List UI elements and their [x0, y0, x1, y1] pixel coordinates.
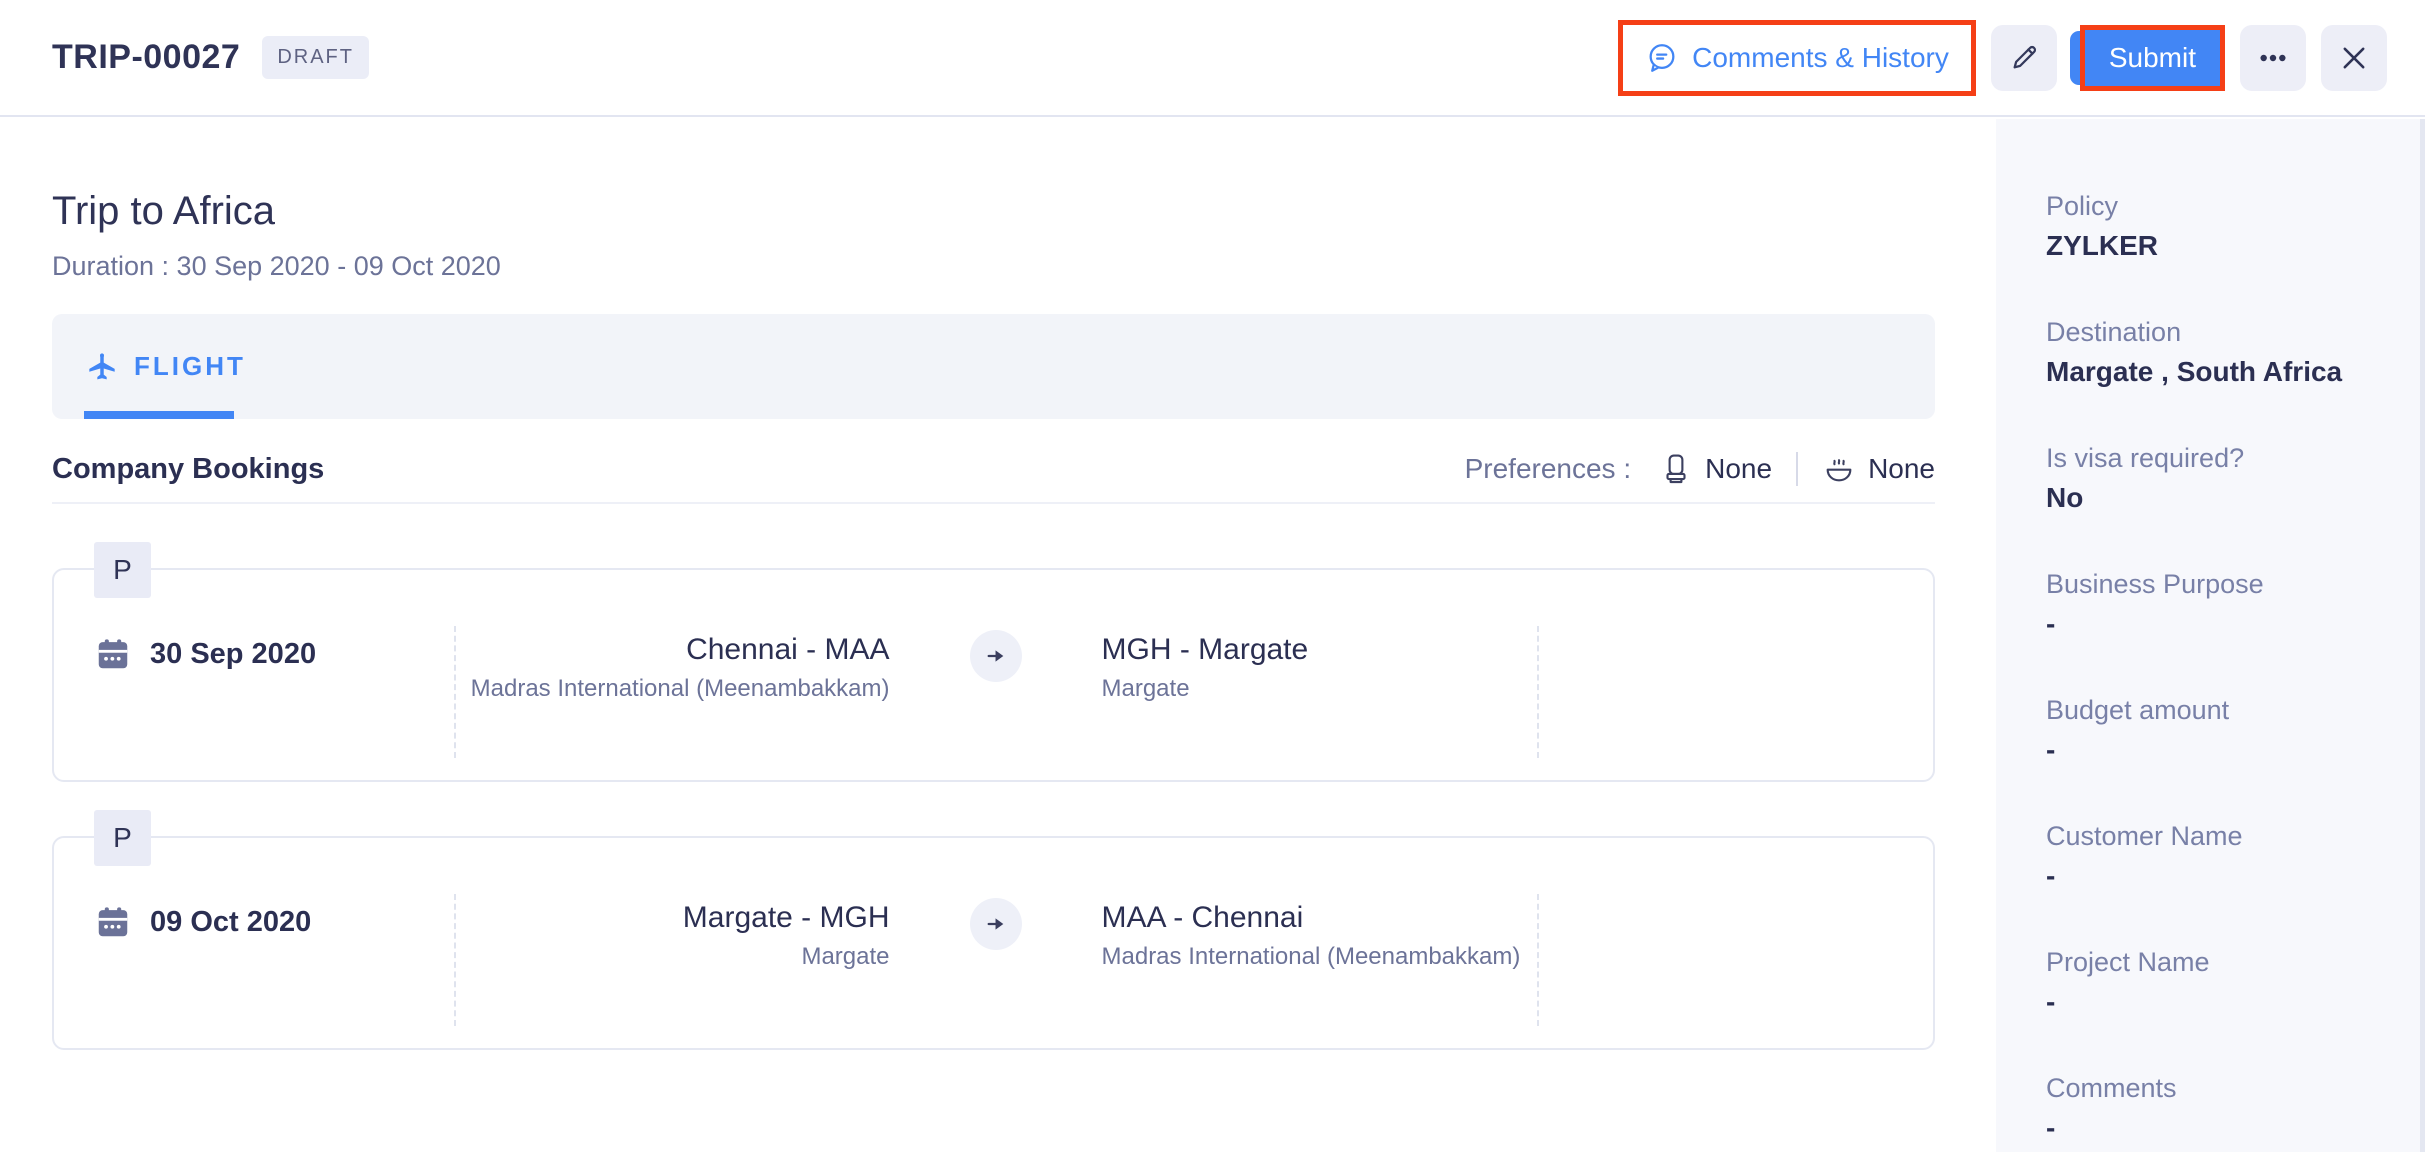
sidebar-item-value: -: [2046, 606, 2385, 642]
origin-code: Chennai - MAA: [456, 630, 890, 670]
segment-origin: Chennai - MAA Madras International (Meen…: [456, 630, 890, 703]
sidebar-item-business-purpose: Business Purpose -: [2046, 567, 2385, 642]
status-badge: DRAFT: [262, 36, 369, 79]
comments-history-label: Comments & History: [1692, 42, 1949, 74]
sidebar-item-label: Comments: [2046, 1071, 2385, 1105]
submit-annotation-box: Submit: [2080, 25, 2225, 91]
sidebar-item-destination: Destination Margate , South Africa: [2046, 315, 2385, 390]
flight-segment: Margate - MGH Margate MAA - Chennai Madr…: [456, 898, 1535, 971]
header-bar: TRIP-00027 DRAFT Comments & History: [0, 0, 2425, 117]
sidebar-item-label: Project Name: [2046, 945, 2385, 979]
sidebar-item-label: Is visa required?: [2046, 441, 2385, 475]
preference-divider: [1796, 452, 1798, 486]
preferences: Preferences : None None: [1465, 452, 1935, 486]
close-icon: [2337, 41, 2371, 75]
card-column-divider: [1537, 894, 1539, 1026]
segment-origin: Margate - MGH Margate: [456, 898, 890, 971]
sidebar-item-label: Customer Name: [2046, 819, 2385, 853]
destination-airport: Margate: [1102, 675, 1536, 703]
close-button[interactable]: [2321, 25, 2387, 91]
flight-date: 30 Sep 2020: [94, 632, 316, 676]
submit-button-area: Submit: [2080, 25, 2225, 91]
comments-annotation-box: Comments & History: [1618, 20, 1976, 96]
meal-preference-value: None: [1868, 453, 1935, 485]
flight-date-text: 30 Sep 2020: [150, 638, 316, 671]
meal-icon: [1822, 452, 1856, 486]
destination-code: MAA - Chennai: [1102, 898, 1536, 938]
preferences-label: Preferences :: [1465, 453, 1632, 485]
section-divider: [52, 502, 1935, 504]
airplane-icon: [86, 351, 118, 383]
sidebar-item-value: -: [2046, 984, 2385, 1020]
sidebar-item-label: Business Purpose: [2046, 567, 2385, 601]
sidebar-item-value: -: [2046, 858, 2385, 894]
trip-detail-panel: Trip to Africa Duration : 30 Sep 2020 - …: [0, 119, 1996, 1152]
sidebar-item-policy: Policy ZYLKER: [2046, 189, 2385, 264]
bookings-section-title: Company Bookings: [52, 453, 324, 486]
tab-flight[interactable]: FLIGHT: [86, 351, 246, 383]
sidebar-item-label: Policy: [2046, 189, 2385, 223]
speech-bubble-icon: [1645, 41, 1679, 75]
trip-id: TRIP-00027: [52, 38, 240, 77]
sidebar-item-label: Budget amount: [2046, 693, 2385, 727]
sidebar-item-label: Destination: [2046, 315, 2385, 349]
calendar-icon: [94, 635, 132, 673]
trip-duration: Duration : 30 Sep 2020 - 09 Oct 2020: [52, 250, 1935, 282]
sidebar-item-comments: Comments -: [2046, 1071, 2385, 1146]
arrow-right-icon: [970, 630, 1022, 682]
sidebar-item-customer-name: Customer Name -: [2046, 819, 2385, 894]
seat-preference-value: None: [1705, 453, 1772, 485]
pencil-icon: [2008, 42, 2040, 74]
flight-card[interactable]: P 30 Sep 2020 Chennai - MAA Madras In: [52, 568, 1935, 782]
sidebar-item-budget-amount: Budget amount -: [2046, 693, 2385, 768]
destination-code: MGH - Margate: [1102, 630, 1536, 670]
origin-code: Margate - MGH: [456, 898, 890, 938]
personal-booking-badge: P: [94, 810, 151, 866]
comments-history-button[interactable]: Comments & History: [1623, 25, 1971, 91]
submit-button[interactable]: Submit: [2085, 30, 2220, 86]
card-column-divider: [1537, 626, 1539, 758]
edit-button[interactable]: [1991, 25, 2057, 91]
sidebar-item-value: -: [2046, 1110, 2385, 1146]
sidebar-item-value: Margate , South Africa: [2046, 354, 2385, 390]
sidebar-item-project-name: Project Name -: [2046, 945, 2385, 1020]
origin-airport: Madras International (Meenambakkam): [456, 675, 890, 703]
flight-date-text: 09 Oct 2020: [150, 906, 311, 939]
trip-info-sidebar: Policy ZYLKER Destination Margate , Sout…: [1996, 119, 2425, 1152]
ellipsis-icon: [2257, 42, 2289, 74]
bookings-header-row: Company Bookings Preferences : None None: [52, 452, 1935, 486]
personal-booking-badge: P: [94, 542, 151, 598]
active-tab-indicator: [84, 411, 234, 419]
destination-airport: Madras International (Meenambakkam): [1102, 943, 1536, 971]
more-options-button[interactable]: [2240, 25, 2306, 91]
header-actions: Comments & History Submit: [1618, 20, 2387, 96]
sidebar-item-value: ZYLKER: [2046, 228, 2385, 264]
segment-destination: MGH - Margate Margate: [1102, 630, 1536, 703]
arrow-right-icon: [970, 898, 1022, 950]
sidebar-item-visa-required: Is visa required? No: [2046, 441, 2385, 516]
segment-destination: MAA - Chennai Madras International (Meen…: [1102, 898, 1536, 971]
flight-segment: Chennai - MAA Madras International (Meen…: [456, 630, 1535, 703]
tab-flight-label: FLIGHT: [134, 351, 246, 382]
booking-tab-bar: FLIGHT: [52, 314, 1935, 419]
scrollbar[interactable]: [2420, 119, 2425, 1152]
calendar-icon: [94, 903, 132, 941]
seat-icon: [1659, 452, 1693, 486]
flight-card[interactable]: P 09 Oct 2020 Margate - MGH Margate: [52, 836, 1935, 1050]
flight-date: 09 Oct 2020: [94, 900, 311, 944]
trip-title: Trip to Africa: [52, 189, 1935, 234]
origin-airport: Margate: [456, 943, 890, 971]
sidebar-item-value: -: [2046, 732, 2385, 768]
sidebar-item-value: No: [2046, 480, 2385, 516]
